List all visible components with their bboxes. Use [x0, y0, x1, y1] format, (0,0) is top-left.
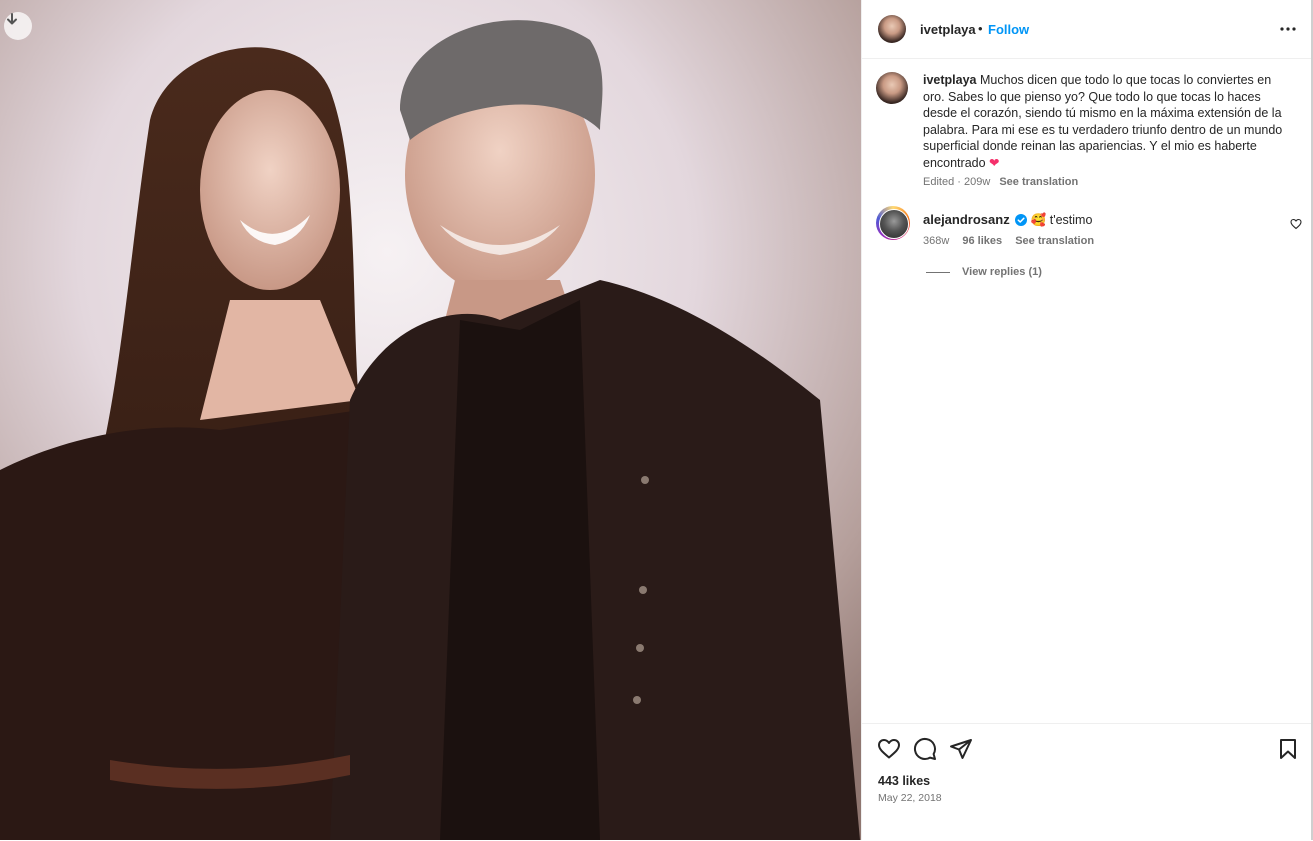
heart-outline-icon — [1290, 218, 1302, 230]
post-side-panel: ivetplaya • Follow ivetplaya Muchos dice… — [861, 0, 1312, 840]
heart-emoji: ❤ — [989, 155, 1000, 170]
post-date: May 22, 2018 — [878, 792, 942, 804]
replies-divider — [926, 271, 950, 273]
follow-button[interactable]: Follow — [988, 22, 1029, 37]
save-button[interactable] — [1276, 737, 1300, 766]
more-options-button[interactable] — [1276, 20, 1300, 38]
send-icon — [950, 739, 972, 759]
comment-text: t'estimo — [1049, 213, 1093, 227]
comment-see-translation[interactable]: See translation — [1015, 235, 1094, 247]
caption-see-translation[interactable]: See translation — [999, 176, 1078, 188]
author-username[interactable]: ivetplaya — [920, 22, 976, 37]
comment-icon — [913, 737, 936, 760]
likes-count[interactable]: 443 likes — [878, 774, 930, 788]
comment-line: alejandrosanz 🥰 t'estimo — [923, 212, 1092, 228]
caption-username[interactable]: ivetplaya — [923, 73, 977, 87]
comment-emoji: 🥰 — [1030, 213, 1047, 227]
caption-text-block: ivetplaya Muchos dicen que todo lo que t… — [923, 72, 1289, 171]
caption-text: Muchos dicen que todo lo que tocas lo co… — [923, 73, 1283, 170]
story-ring[interactable] — [876, 206, 910, 240]
photo-illustration — [0, 0, 861, 840]
verified-badge-icon — [1015, 214, 1028, 226]
commenter-username[interactable]: alejandrosanz — [923, 212, 1010, 227]
caption-author-avatar[interactable] — [876, 72, 908, 104]
comment-like-button[interactable] — [1290, 217, 1302, 235]
caption-meta: Edited · 209w See translation — [923, 176, 1078, 188]
comment-likes[interactable]: 96 likes — [962, 235, 1002, 247]
like-button[interactable] — [877, 737, 901, 766]
download-icon — [7, 13, 17, 25]
author-avatar[interactable] — [878, 15, 906, 43]
caption-edited-age: Edited · 209w — [923, 176, 991, 188]
separator-dot: • — [978, 21, 983, 36]
view-replies-label: View replies (1) — [962, 266, 1042, 278]
comment-button[interactable] — [913, 737, 937, 766]
bookmark-icon — [1280, 739, 1296, 759]
heart-icon — [878, 739, 900, 759]
comment-age: 368w — [923, 235, 950, 247]
post-actions: 443 likes May 22, 2018 — [862, 723, 1312, 841]
commenter-avatar[interactable] — [879, 209, 909, 239]
more-options-icon — [1280, 27, 1296, 31]
view-replies-button[interactable]: View replies (1) — [926, 266, 1042, 278]
share-button[interactable] — [949, 737, 973, 766]
download-button[interactable] — [4, 12, 32, 40]
post-photo[interactable] — [0, 0, 861, 840]
comment-meta: 368w 96 likes See translation — [923, 235, 1104, 247]
post-header: ivetplaya • Follow — [862, 0, 1312, 59]
